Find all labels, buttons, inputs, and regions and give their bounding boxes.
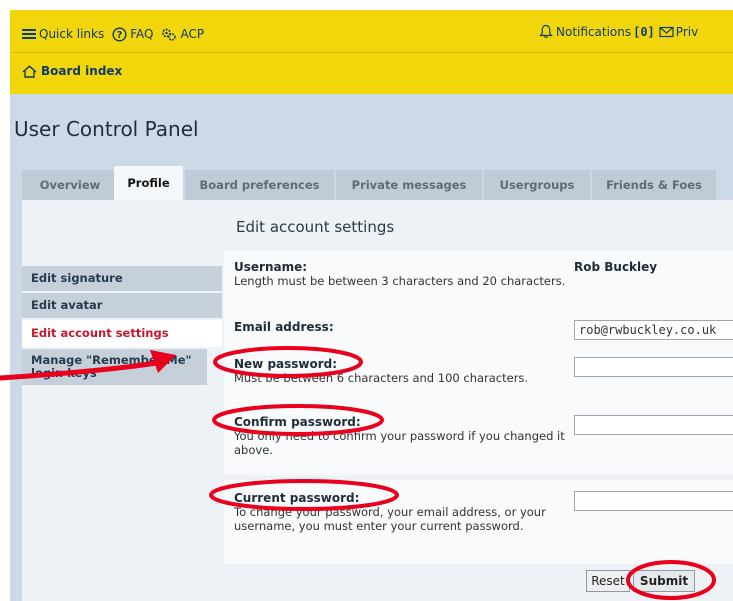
forum-page: Quick links ? FAQ ACP Notifications [0] … bbox=[10, 10, 733, 601]
private-messages-label[interactable]: Priv bbox=[676, 25, 698, 39]
new-password-label: New password: bbox=[234, 357, 338, 371]
envelope-icon[interactable] bbox=[659, 26, 674, 38]
confirm-password-field[interactable] bbox=[574, 415, 733, 435]
home-icon bbox=[22, 64, 37, 78]
tab-private-messages[interactable]: Private messages bbox=[336, 170, 482, 200]
current-password-label: Current password: bbox=[234, 491, 360, 505]
top-nav: Quick links ? FAQ ACP bbox=[22, 24, 212, 44]
tab-overview[interactable]: Overview bbox=[22, 170, 118, 200]
question-icon: ? bbox=[112, 26, 127, 42]
notifications-link[interactable]: Notifications [0] Priv bbox=[539, 24, 698, 39]
current-password-explain: To change your password, your email addr… bbox=[234, 505, 546, 533]
tab-friends-foes[interactable]: Friends & Foes bbox=[592, 170, 716, 200]
reset-button[interactable]: Reset bbox=[586, 570, 630, 592]
bell-icon bbox=[539, 24, 553, 39]
sidebar-item-remember-me-keys[interactable]: Manage "Remember Me" login keys bbox=[22, 349, 207, 385]
page-title: User Control Panel bbox=[14, 117, 199, 141]
submit-button[interactable]: Submit bbox=[633, 570, 695, 592]
confirm-password-explain: You only need to confirm your password i… bbox=[234, 429, 565, 457]
sidebar-item-edit-account-settings[interactable]: Edit account settings bbox=[22, 320, 222, 347]
breadcrumb[interactable]: Board index bbox=[22, 64, 122, 78]
new-password-field[interactable] bbox=[574, 357, 733, 377]
gears-icon bbox=[162, 28, 177, 41]
email-field[interactable]: rob@rwbuckley.co.uk bbox=[574, 320, 733, 340]
username-label: Username: bbox=[234, 260, 308, 274]
new-password-explain: Must be between 6 characters and 100 cha… bbox=[234, 371, 529, 385]
tab-board-preferences[interactable]: Board preferences bbox=[185, 170, 334, 200]
header-bar: Quick links ? FAQ ACP Notifications [0] … bbox=[10, 10, 733, 94]
sidebar-item-edit-signature[interactable]: Edit signature bbox=[22, 266, 222, 291]
username-value: Rob Buckley bbox=[574, 260, 658, 274]
email-label: Email address: bbox=[234, 320, 334, 334]
notifications-count: [0] bbox=[633, 24, 655, 39]
tab-usergroups[interactable]: Usergroups bbox=[484, 170, 590, 200]
acp-label: ACP bbox=[180, 27, 205, 41]
notifications-label: Notifications bbox=[556, 24, 632, 39]
quick-links-menu[interactable]: Quick links bbox=[22, 27, 104, 41]
username-explain: Length must be between 3 characters and … bbox=[234, 274, 566, 288]
header-divider bbox=[10, 52, 733, 53]
svg-text:?: ? bbox=[117, 30, 123, 41]
confirm-password-label: Confirm password: bbox=[234, 415, 361, 429]
faq-link[interactable]: ? FAQ bbox=[112, 26, 154, 42]
current-password-field[interactable] bbox=[574, 491, 733, 511]
board-index-link[interactable]: Board index bbox=[41, 64, 122, 78]
tab-profile[interactable]: Profile bbox=[114, 166, 183, 200]
quick-links-label: Quick links bbox=[39, 27, 105, 41]
fieldset-divider bbox=[224, 474, 733, 475]
hamburger-icon bbox=[22, 29, 36, 39]
faq-label: FAQ bbox=[130, 27, 154, 41]
acp-link[interactable]: ACP bbox=[161, 27, 204, 42]
section-title: Edit account settings bbox=[236, 218, 395, 236]
sidebar-item-edit-avatar[interactable]: Edit avatar bbox=[22, 293, 222, 318]
